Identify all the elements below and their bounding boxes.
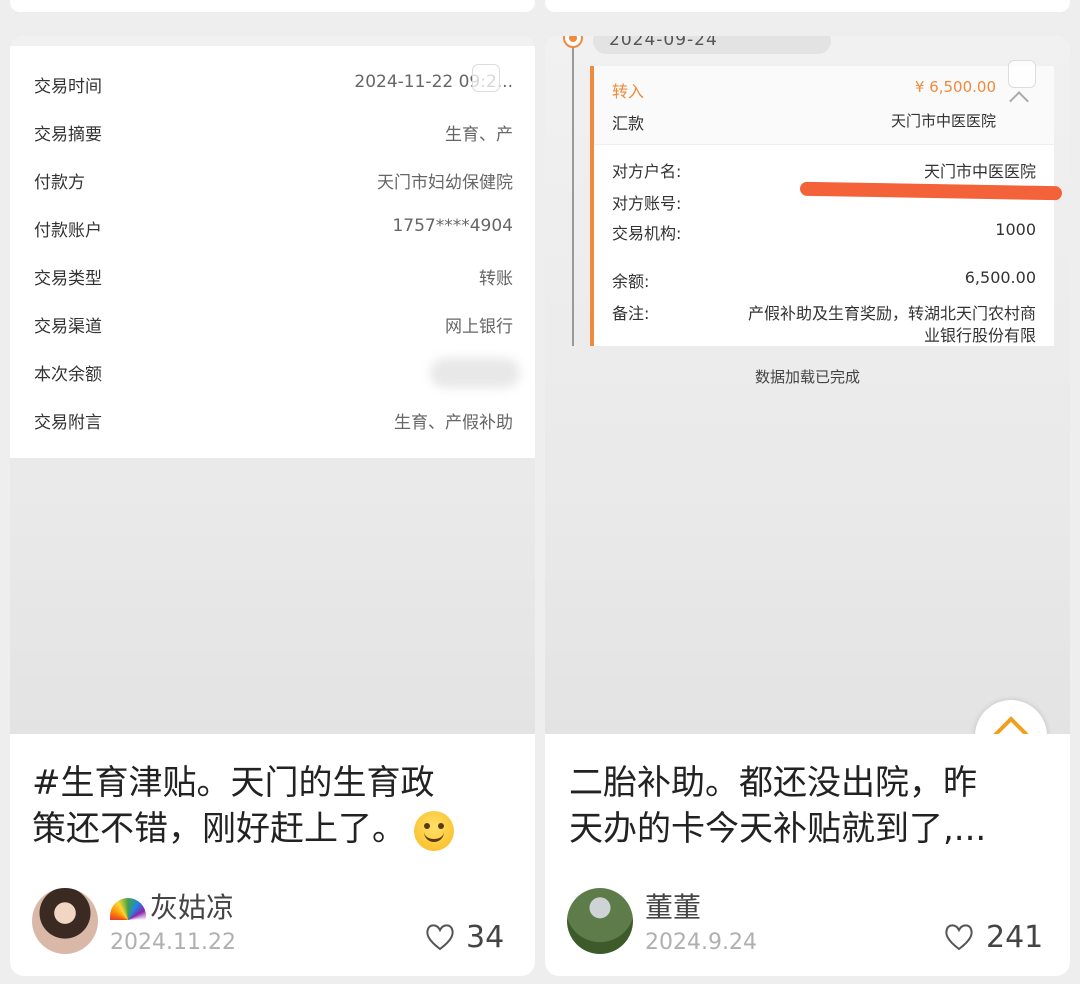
txn-label: 备注: bbox=[612, 304, 650, 323]
previous-card-edge-right bbox=[545, 0, 1070, 12]
overlay-square bbox=[1008, 60, 1036, 88]
home-button[interactable] bbox=[975, 700, 1047, 734]
txn-amount: ¥ 6,500.00 bbox=[914, 78, 996, 96]
txn-label: 余额: bbox=[612, 272, 650, 291]
detail-label: 交易类型 bbox=[34, 269, 102, 289]
post-date: 2024.11.22 bbox=[110, 930, 236, 955]
timeline-dot-icon bbox=[563, 36, 583, 48]
detail-row-note: 交易附言 生育、产假补助 bbox=[34, 404, 513, 434]
txn-value: 产假补助及生育奖励，转湖北天门农村商 bbox=[747, 304, 1036, 323]
loaded-status-text: 数据加载已完成 bbox=[754, 368, 860, 386]
detail-label: 付款账户 bbox=[34, 221, 102, 241]
txn-value: 1000 bbox=[995, 220, 1036, 239]
avatar[interactable] bbox=[567, 888, 633, 954]
overlay-square bbox=[472, 64, 500, 92]
heart-icon[interactable] bbox=[424, 922, 456, 952]
txn-payer: 天门市中医医院 bbox=[890, 112, 996, 130]
post-text-left[interactable]: #生育津贴。天门的生育政 策还不错，刚好赶上了。 bbox=[32, 760, 517, 852]
username-left[interactable]: 灰姑凉 bbox=[110, 886, 234, 926]
like-count: 34 bbox=[466, 920, 505, 955]
post-image-left[interactable]: 交易时间 2024-11-22 09:2... 交易摘要 生育、产 付款方 天门… bbox=[10, 36, 535, 734]
detail-value: 生育、产 bbox=[445, 125, 513, 145]
timeline-date: 2024-09-24 bbox=[609, 36, 718, 50]
smiling-face-emoji-icon bbox=[414, 810, 454, 851]
home-icon bbox=[991, 716, 1031, 734]
detail-value: 生育、产假补助 bbox=[394, 413, 513, 433]
post-text-right[interactable]: 二胎补助。都还没出院，昨 天办的卡今天补贴就到了,... bbox=[569, 760, 1054, 852]
post-card-right[interactable]: 2024-09-24 转入 ¥ 6,500.00 汇款 天门市中医医院 对方户名… bbox=[545, 36, 1070, 976]
detail-label: 交易渠道 bbox=[34, 317, 102, 337]
timeline-date-pill: 2024-09-24 bbox=[593, 36, 831, 54]
detail-row-account: 付款账户 1757****4904 bbox=[34, 212, 513, 242]
txn-label: 交易机构: bbox=[612, 224, 682, 243]
blurred-balance-mask bbox=[430, 358, 520, 388]
username-right[interactable]: 董董 bbox=[645, 886, 701, 926]
txn-label: 对方户名: bbox=[612, 162, 682, 181]
detail-label: 本次余额 bbox=[34, 365, 102, 385]
post-text-line: #生育津贴。天门的生育政 bbox=[32, 763, 435, 803]
detail-row-time: 交易时间 2024-11-22 09:2... bbox=[34, 68, 513, 98]
detail-label: 交易时间 bbox=[34, 77, 102, 97]
post-text-line: 策还不错，刚好赶上了。 bbox=[32, 809, 406, 849]
post-text-line: 二胎补助。都还没出院，昨 bbox=[569, 763, 977, 803]
txn-value: 天门市中医医院 bbox=[923, 162, 1036, 181]
txn-value: 6,500.00 bbox=[964, 268, 1036, 287]
avatar[interactable] bbox=[32, 888, 98, 954]
detail-row-summary: 交易摘要 生育、产 bbox=[34, 116, 513, 146]
txn-value: 业银行股份有限 bbox=[923, 326, 1036, 345]
transaction-detail-panel: 交易时间 2024-11-22 09:2... 交易摘要 生育、产 付款方 天门… bbox=[10, 46, 535, 458]
txn-type: 转入 bbox=[612, 82, 645, 101]
detail-value: 转账 bbox=[479, 269, 513, 289]
post-text-line: 天办的卡今天补贴就到了,... bbox=[569, 809, 987, 849]
heart-icon[interactable] bbox=[943, 922, 975, 952]
detail-label: 交易附言 bbox=[34, 413, 102, 433]
detail-row-type: 交易类型 转账 bbox=[34, 260, 513, 290]
username-text: 灰姑凉 bbox=[150, 891, 235, 924]
post-card-left[interactable]: 交易时间 2024-11-22 09:2... 交易摘要 生育、产 付款方 天门… bbox=[10, 36, 535, 976]
transaction-card: 转入 ¥ 6,500.00 汇款 天门市中医医院 对方户名: 天门市中医医院 对… bbox=[590, 60, 1054, 346]
post-date: 2024.9.24 bbox=[645, 930, 757, 955]
detail-value: 网上银行 bbox=[445, 317, 513, 337]
detail-row-payer: 付款方 天门市妇幼保健院 bbox=[34, 164, 513, 194]
timeline-line bbox=[572, 46, 574, 346]
transaction-header: 转入 ¥ 6,500.00 汇款 天门市中医医院 bbox=[594, 60, 1054, 145]
detail-row-channel: 交易渠道 网上银行 bbox=[34, 308, 513, 338]
detail-label: 交易摘要 bbox=[34, 125, 102, 145]
post-image-right[interactable]: 2024-09-24 转入 ¥ 6,500.00 汇款 天门市中医医院 对方户名… bbox=[545, 36, 1070, 734]
detail-value: 天门市妇幼保健院 bbox=[377, 173, 513, 193]
chevron-up-icon[interactable] bbox=[1009, 91, 1029, 111]
detail-value: 1757****4904 bbox=[392, 216, 513, 236]
rainbow-icon bbox=[110, 898, 146, 920]
like-count: 241 bbox=[986, 920, 1044, 955]
txn-desc: 汇款 bbox=[612, 114, 645, 133]
previous-card-edge-left bbox=[10, 0, 535, 12]
detail-label: 付款方 bbox=[34, 173, 85, 193]
txn-label: 对方账号: bbox=[612, 194, 682, 213]
